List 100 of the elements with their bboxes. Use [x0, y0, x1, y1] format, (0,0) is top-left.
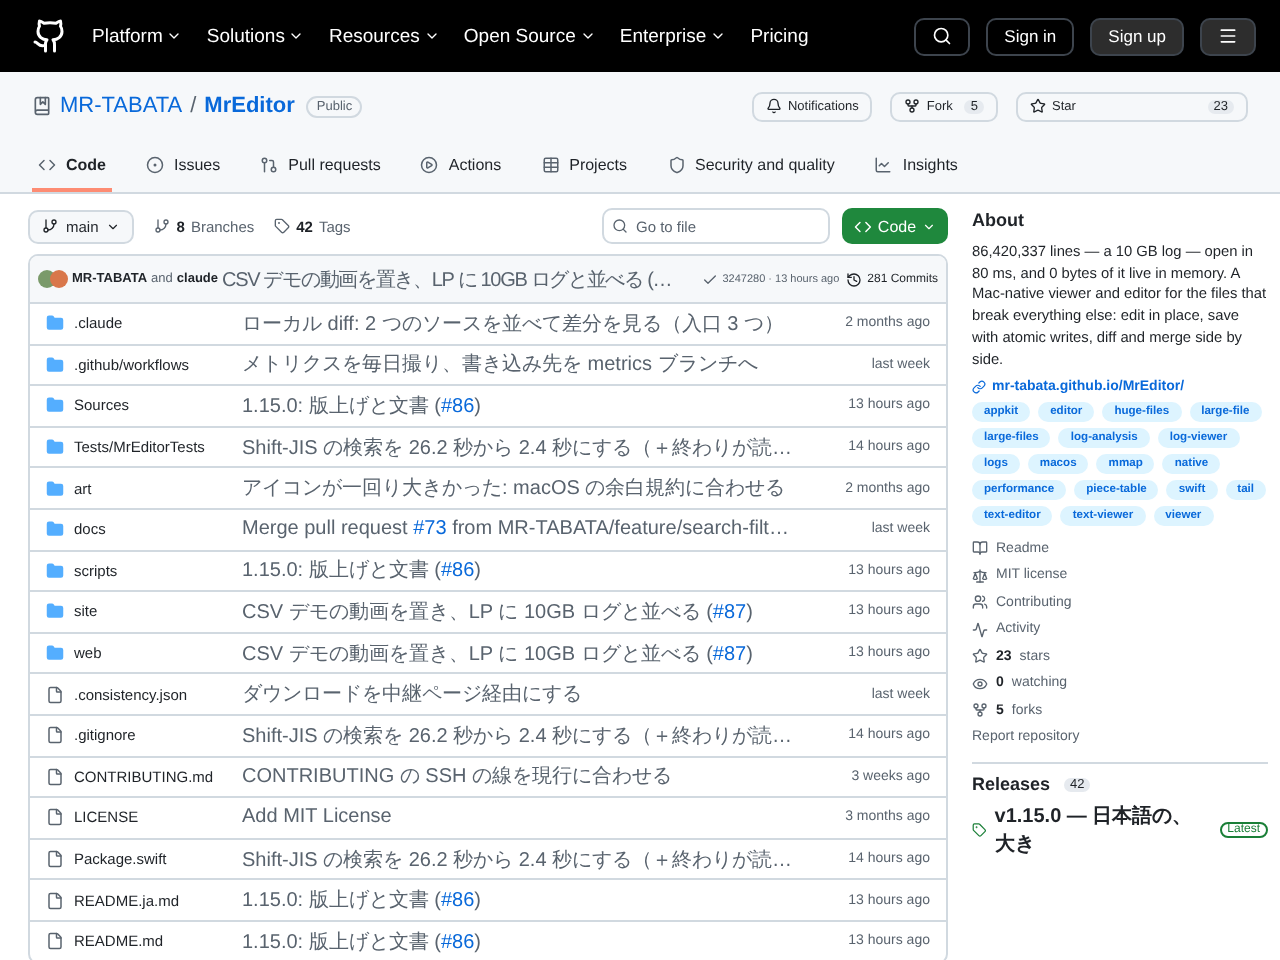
search-button[interactable] [914, 17, 971, 55]
folder-icon [46, 479, 64, 498]
play-icon [420, 156, 439, 174]
table-icon [541, 156, 560, 174]
branch-icon [42, 218, 58, 234]
pull-request-link[interactable]: #86 [440, 560, 475, 583]
repo-tab[interactable]: Insights [868, 148, 964, 192]
repo-tab[interactable]: Security and quality [661, 148, 841, 192]
repo-tab[interactable]: Actions [414, 148, 508, 192]
repo-tab[interactable]: Projects [535, 148, 634, 192]
folder-icon [46, 396, 64, 415]
menu-icon [1218, 26, 1238, 46]
repo-tab[interactable]: Issues [140, 148, 227, 192]
nav-menu-item[interactable]: Resources [328, 25, 440, 47]
commit-message[interactable]: Shift-JIS の検索を 26.2 秒から 2.4 秒にする（＋終わりが読… [242, 433, 794, 462]
pull-request-link[interactable]: #86 [440, 395, 475, 418]
circle-dot-icon [146, 156, 164, 174]
file-icon [46, 850, 64, 869]
tag-icon [972, 822, 987, 839]
caret-icon [922, 219, 936, 233]
commit-message[interactable]: CONTRIBUTING の SSH の線を現行に合わせる [242, 762, 794, 791]
menu-button[interactable] [1200, 17, 1256, 55]
file-icon [46, 808, 64, 827]
link-icon [972, 380, 986, 395]
caret-icon [710, 28, 727, 44]
file-icon [46, 891, 64, 910]
nav-menu-item[interactable]: Pricing [750, 25, 809, 47]
github-logo-icon[interactable] [32, 18, 68, 54]
code-button[interactable]: Code [842, 208, 948, 244]
repo-tab[interactable]: Pull requests [254, 148, 387, 192]
code-icon [854, 217, 872, 235]
commit-message[interactable]: Shift-JIS の検索を 26.2 秒から 2.4 秒にする（＋終わりが読… [242, 845, 794, 874]
eye-icon [972, 675, 988, 692]
commit-message[interactable]: Add MIT License [242, 806, 794, 829]
file-icon [46, 726, 64, 745]
commit-message[interactable]: Merge pull request #73 from MR-TABATA/feature/search-filt… [242, 518, 794, 541]
check-icon [702, 271, 719, 287]
folder-icon [46, 314, 64, 333]
commit-message[interactable]: Shift-JIS の検索を 26.2 秒から 2.4 秒にする（＋終わりが読… [242, 721, 794, 750]
folder-icon [46, 355, 64, 374]
pulse-icon [972, 621, 988, 638]
nav-menu-item[interactable]: Enterprise [619, 25, 727, 47]
commit-message[interactable]: 1.15.0: 版上げと文書 (#86) [242, 886, 794, 915]
commit-message[interactable]: CSV デモの動画を置き、LP に 10GB ログと並べる (#87) [242, 597, 794, 626]
sign-up-button[interactable]: Sign up [1090, 17, 1184, 55]
caret-icon [106, 219, 121, 233]
caret-icon [166, 28, 183, 44]
avatar-pair-icon [38, 270, 68, 288]
caret-icon [288, 28, 305, 44]
folder-icon [46, 561, 64, 580]
file-icon [46, 685, 64, 704]
star-icon [1030, 98, 1046, 114]
repo-icon [32, 96, 52, 116]
repo-tab[interactable]: Code [32, 148, 112, 192]
repo-owner-link[interactable]: MR-TABATA [60, 94, 183, 118]
search-icon [612, 218, 628, 234]
releases-heading: Releases [972, 774, 1051, 795]
about-heading: About [972, 210, 1026, 230]
nav-menu-item[interactable]: Solutions [206, 25, 305, 47]
pull-request-link[interactable]: #87 [712, 643, 747, 666]
fork-icon [972, 702, 988, 719]
pull-request-link[interactable]: #86 [440, 931, 475, 954]
folder-icon [46, 644, 64, 663]
nav-menu-item[interactable]: Open Source [463, 25, 596, 47]
nav-menu-item[interactable]: Platform [92, 25, 183, 47]
commit-message[interactable]: メトリクスを毎日撮り、書き込み先を metrics ブランチへ [242, 350, 794, 379]
commit-message[interactable]: 1.15.0: 版上げと文書 (#86) [242, 927, 794, 956]
caret-icon [579, 28, 596, 44]
caret-icon [423, 28, 440, 44]
pull-request-link[interactable]: #73 [413, 518, 447, 541]
people-icon [972, 594, 988, 611]
commit-message[interactable]: CSV デモの動画を置き、LP に 10GB ログと並べる (#87) [242, 639, 794, 668]
shield-icon [667, 156, 686, 174]
commit-message[interactable]: アイコンが一回り大きかった: macOS の余白規約に合わせる [242, 474, 794, 503]
commit-message[interactable]: ダウンロードを中継ページ経由にする [242, 680, 794, 709]
code-icon [38, 156, 56, 174]
search-icon [932, 26, 953, 46]
fork-icon [904, 98, 921, 114]
file-icon [46, 767, 64, 786]
pull-request-icon [260, 156, 279, 174]
line-chart-icon [874, 156, 893, 174]
folder-icon [46, 520, 64, 539]
latest-commit-message[interactable]: CSV デモの動画を置き、LP に 10GB ログと並べる (… [222, 265, 672, 293]
folder-icon [46, 602, 64, 621]
pull-request-link[interactable]: #87 [712, 601, 747, 624]
commit-message[interactable]: 1.15.0: 版上げと文書 (#86) [242, 556, 794, 585]
pull-request-link[interactable]: #86 [440, 890, 475, 913]
folder-icon [46, 438, 64, 457]
history-icon [845, 271, 862, 287]
path-separator: / [190, 94, 197, 118]
star-icon [972, 648, 988, 665]
book-icon [972, 540, 988, 557]
repo-name-link[interactable]: MrEditor [204, 94, 295, 118]
law-icon [972, 567, 988, 584]
bell-icon [765, 98, 782, 114]
release-name-link[interactable]: v1.15.0 — 日本語の、大き [994, 802, 1212, 859]
commit-message[interactable]: 1.15.0: 版上げと文書 (#86) [242, 391, 794, 420]
commit-message[interactable]: ローカル diff: 2 つのソースを並べて差分を見る（入口 3 つ） [242, 309, 794, 338]
sign-in-button[interactable]: Sign in [986, 17, 1075, 55]
branch-icon [154, 218, 171, 234]
